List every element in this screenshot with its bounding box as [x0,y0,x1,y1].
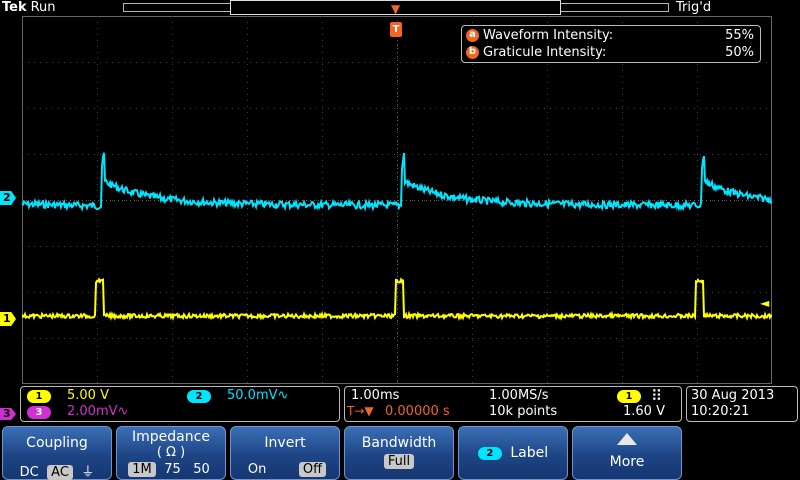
trigger-position-arrow-icon: ▼ [391,2,401,16]
ch1-badge: 1 [27,390,51,403]
brand-logo: Tek [2,0,27,15]
impedance-option-75[interactable]: 75 [160,462,185,477]
label-title: Label [510,445,549,461]
waveform-intensity-label: Waveform Intensity: [483,28,614,43]
ch3-badge: 3 [27,406,51,419]
ch2-badge: 2 [187,390,211,403]
impedance-option-1m[interactable]: 1M [128,462,156,477]
knob-a-icon: a [466,29,479,42]
record-length: 10k points [489,404,558,419]
rising-edge-icon: ⠿ [651,387,662,405]
coupling-button[interactable]: Coupling DC AC ⏚ [2,426,112,480]
impedance-button[interactable]: Impedance ( Ω ) 1M 75 50 [116,426,226,480]
coupling-options: DC AC ⏚ [3,461,111,480]
waveform-intensity-value: 55% [725,28,754,43]
bandwidth-value: Full [383,454,415,469]
invert-title: Invert [264,435,306,451]
waveform-display[interactable] [22,16,772,384]
sample-rate: 1.00MS/s [489,388,549,403]
trigger-level: 1.60 V [623,404,665,419]
date: 30 Aug 2013 [691,388,775,403]
trigger-level-arrow-icon: ◄ [760,296,770,310]
invert-option-on[interactable]: On [244,462,270,477]
datetime-panel: 30 Aug 2013 10:20:21 [686,386,798,422]
impedance-unit: ( Ω ) [156,445,186,460]
graticule-intensity-label: Graticule Intensity: [483,45,607,60]
status-bar: Tek Run ▼ Trig'd [0,0,800,16]
invert-options: On Off [231,461,339,477]
coupling-option-ac[interactable]: AC [47,465,73,480]
more-title: More [609,454,645,470]
bandwidth-options: Full [345,453,453,469]
ch1-scale: 5.00 V [67,388,109,403]
bandwidth-button[interactable]: Bandwidth Full [344,426,454,480]
run-state: Run [30,0,56,15]
up-arrow-icon [573,433,681,449]
time: 10:20:21 [691,404,750,419]
invert-button[interactable]: Invert On Off [230,426,340,480]
ch2-scale: 50.0mV∿ [227,388,289,403]
label-button[interactable]: 2 Label [458,426,568,480]
graticule-intensity-row: b Graticule Intensity: 50% [466,45,754,62]
intensity-readout: a Waveform Intensity: 55% b Graticule Inte… [461,25,761,63]
trigger-source-badge: 1 [617,390,641,403]
waveform-intensity-row: a Waveform Intensity: 55% [466,28,754,45]
trigger-status: Trig'd [676,0,712,15]
invert-option-off[interactable]: Off [298,462,327,477]
ch2-ground-marker[interactable]: 2 [0,191,16,205]
trigger-position-icon: T→▼ [347,404,374,418]
timebase: 1.00ms [351,388,400,403]
label-ch2-badge: 2 [477,446,502,460]
impedance-title: Impedance [132,429,210,445]
bandwidth-title: Bandwidth [361,435,437,451]
impedance-options: 1M 75 50 [117,461,225,477]
impedance-option-50[interactable]: 50 [189,462,214,477]
brand-run-state: Tek Run [2,0,56,15]
coupling-title: Coupling [26,435,88,451]
more-button[interactable]: More [572,426,682,480]
horizontal-position: 0.00000 s [385,404,450,419]
horizontal-settings-panel[interactable]: 1.00ms 1.00MS/s 1 ⠿ T→▼ 0.00000 s 10k po… [344,386,682,422]
trigger-position-marker[interactable]: T [390,22,402,37]
ch1-ground-marker[interactable]: 1 [0,312,16,326]
bottom-menu: Coupling DC AC ⏚ Impedance ( Ω ) 1M 75 5… [0,426,800,480]
coupling-option-dc[interactable]: DC [16,465,43,480]
knob-b-icon: b [466,46,479,59]
label-content: 2 Label [459,445,567,461]
graticule-intensity-value: 50% [725,45,754,60]
coupling-option-ground-icon[interactable]: ⏚ [77,461,98,480]
ch3-scale: 2.00mV∿ [67,404,129,419]
ch3-ground-marker[interactable]: 3 [0,408,16,420]
vertical-settings-panel[interactable]: 1 5.00 V 2 50.0mV∿ 3 2.00mV∿ [20,386,340,422]
graticule [22,16,772,384]
